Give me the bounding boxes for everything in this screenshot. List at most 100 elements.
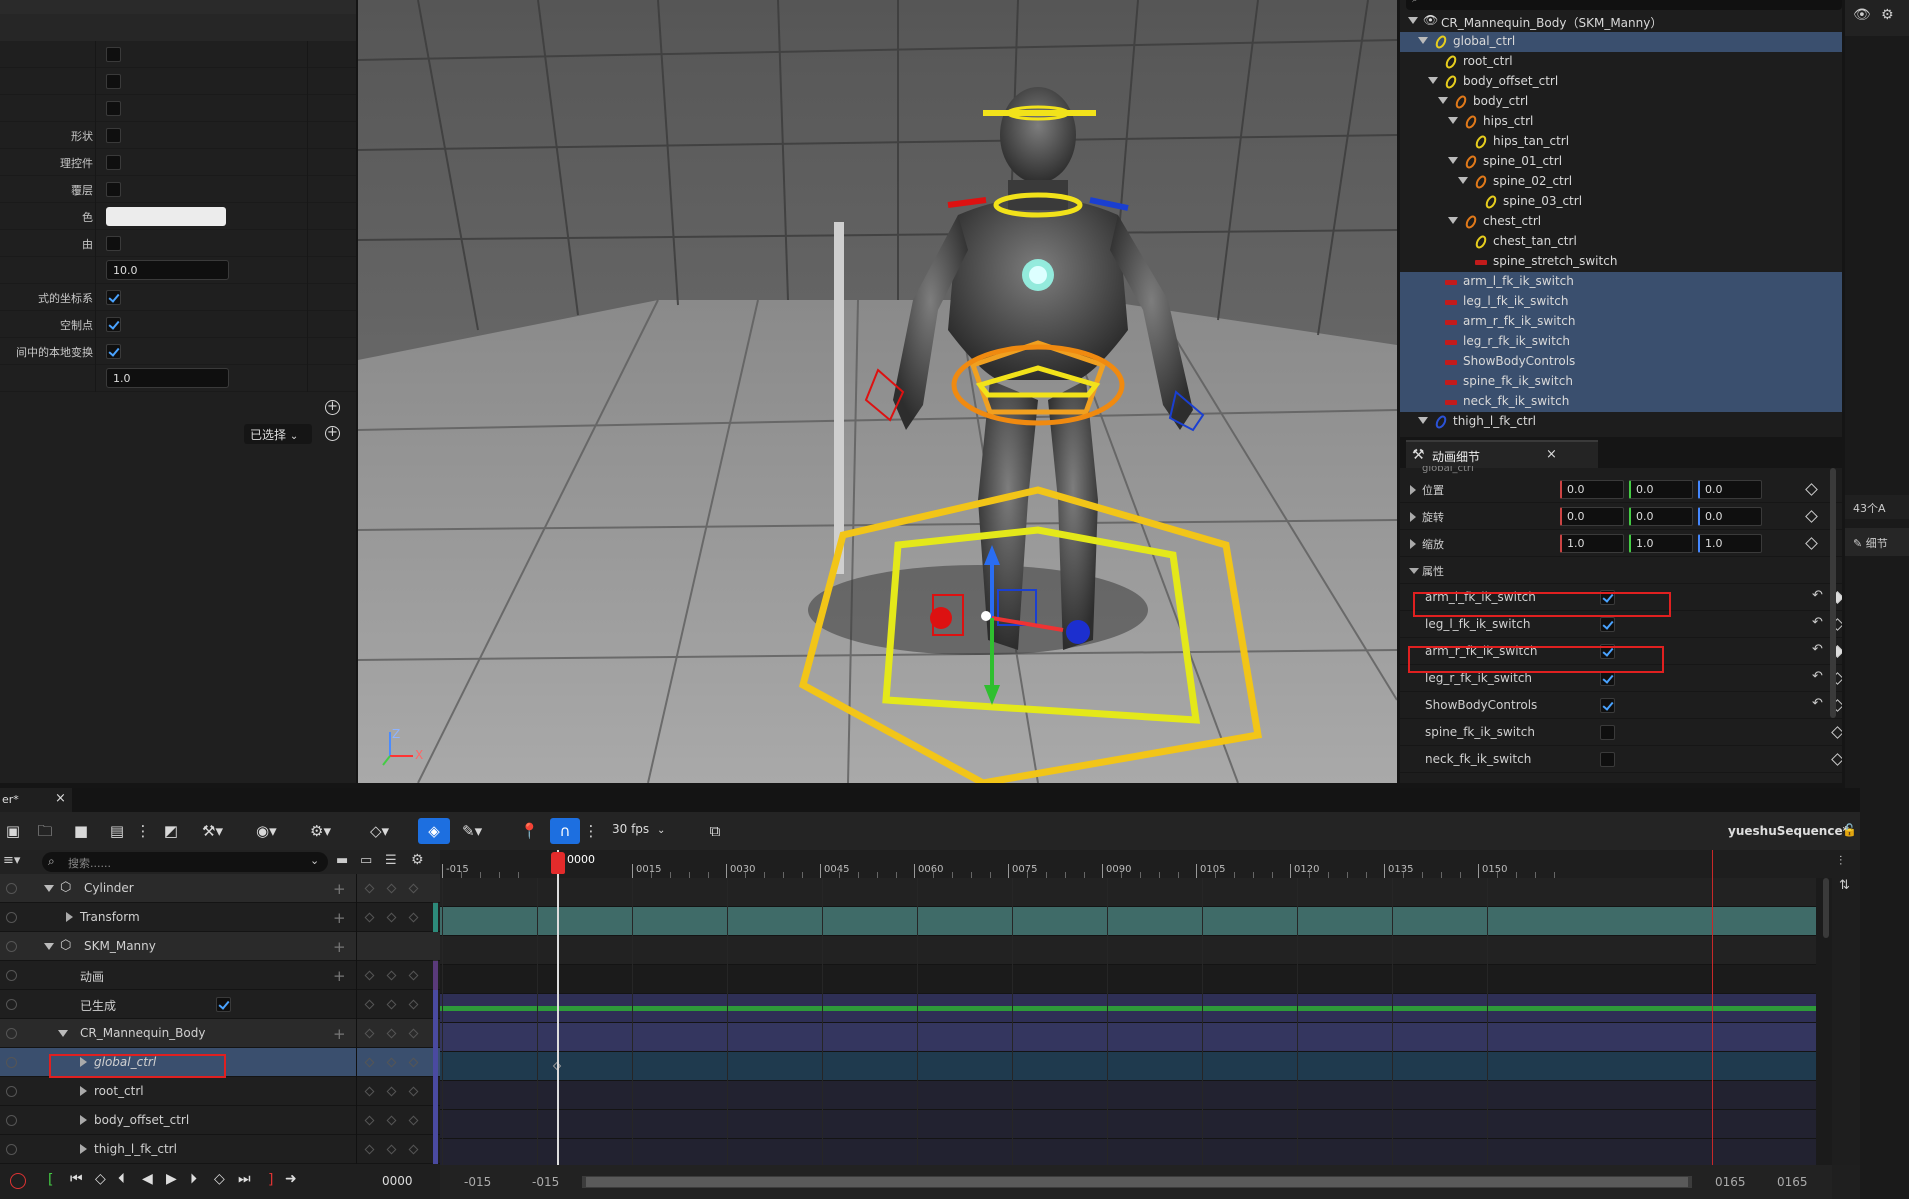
film-icon[interactable]: ▤ xyxy=(108,822,126,840)
hierarchy-item[interactable]: root_ctrl xyxy=(1400,52,1842,72)
loop-icon[interactable]: ➜ xyxy=(285,1171,297,1187)
expand-arrow-icon[interactable] xyxy=(1408,17,1418,24)
play-reverse-icon[interactable]: ◀ xyxy=(142,1171,153,1187)
track-row[interactable]: CR_Mannequin_Body + xyxy=(0,1019,440,1048)
playhead-handle[interactable] xyxy=(551,852,565,874)
key-diamond-icon[interactable] xyxy=(364,1028,375,1039)
expand-arrow-icon[interactable] xyxy=(1428,77,1438,84)
tab-animation-details[interactable]: ⚒ 动画细节 × xyxy=(1406,440,1598,468)
sort-icon[interactable]: ⇅ xyxy=(1839,878,1850,893)
filter-icon[interactable]: ≡▾ xyxy=(3,853,20,868)
sequencer-timeline[interactable]: -015 0015 0030 0045 0060 0075 0090 0105 0120 0135… xyxy=(440,850,1832,1165)
hierarchy-item[interactable]: thigh_l_fk_ctrl xyxy=(1400,412,1842,432)
visibility-toggle-icon[interactable] xyxy=(6,970,17,981)
view-start-field[interactable]: -015 xyxy=(532,1175,559,1189)
edit-dropdown-icon[interactable]: ✎▾ xyxy=(462,822,482,840)
tab-details[interactable]: ✎ 细节 xyxy=(1845,528,1909,556)
z-value-field[interactable]: 0.0 xyxy=(1698,480,1762,499)
property-checkbox[interactable] xyxy=(106,47,121,62)
expand-arrow-icon[interactable] xyxy=(44,943,54,950)
key-diamond-icon[interactable] xyxy=(408,883,419,894)
hierarchy-item[interactable]: spine_01_ctrl xyxy=(1400,152,1842,172)
snap-options-icon[interactable]: ⋮ xyxy=(582,822,600,840)
add-selection-icon[interactable]: + xyxy=(325,426,340,441)
timeline-scrollbar[interactable] xyxy=(1823,878,1829,938)
auto-key-button[interactable]: ◈ xyxy=(418,818,450,844)
color-swatch[interactable] xyxy=(106,207,226,226)
jump-to-start-icon[interactable]: ⏮ xyxy=(70,1171,83,1187)
z-value-field[interactable]: 0.0 xyxy=(1698,507,1762,526)
view-range-thumb[interactable] xyxy=(586,1177,1688,1187)
keyframe-nav-icons[interactable] xyxy=(364,999,422,1011)
x-value-field[interactable]: 0.0 xyxy=(1560,480,1624,499)
key-diamond-icon[interactable] xyxy=(408,970,419,981)
tab-sequencer[interactable]: er* × xyxy=(0,788,72,812)
track-row[interactable]: 动画 + xyxy=(0,961,440,990)
key-diamond-icon[interactable] xyxy=(364,912,375,923)
details-scrollbar[interactable] xyxy=(1830,468,1836,718)
key-diamond-icon[interactable] xyxy=(386,999,397,1010)
x-value-field[interactable]: 1.0 xyxy=(1560,534,1624,553)
cylinder-actor[interactable] xyxy=(834,222,844,574)
expand-arrow-icon[interactable] xyxy=(1418,417,1428,424)
reset-arrow-icon[interactable]: ↶ xyxy=(1812,588,1823,603)
key-icon[interactable] xyxy=(1831,753,1842,766)
z-value-field[interactable]: 1.0 xyxy=(1698,534,1762,553)
hierarchy-item[interactable]: global_ctrl xyxy=(1400,32,1842,52)
key-diamond-icon[interactable] xyxy=(408,999,419,1010)
key-diamond-icon[interactable] xyxy=(386,1115,397,1126)
key-diamond-icon[interactable] xyxy=(364,970,375,981)
hierarchy-item[interactable]: chest_ctrl xyxy=(1400,212,1842,232)
set-start-icon[interactable]: [ xyxy=(48,1172,53,1188)
y-value-field[interactable]: 0.0 xyxy=(1629,507,1693,526)
property-checkbox[interactable] xyxy=(106,74,121,89)
hierarchy-item[interactable]: leg_r_fk_ik_switch xyxy=(1400,332,1842,352)
property-checkbox[interactable] xyxy=(106,236,121,251)
view-options-icon[interactable]: ◉▾ xyxy=(256,822,277,840)
visibility-toggle-icon[interactable] xyxy=(6,1144,17,1155)
hierarchy-item[interactable]: body_ctrl xyxy=(1400,92,1842,112)
key-diamond-icon[interactable] xyxy=(386,1057,397,1068)
visibility-toggle-icon[interactable] xyxy=(6,1057,17,1068)
key-diamond-icon[interactable] xyxy=(364,1057,375,1068)
prev-key-icon[interactable]: ◇ xyxy=(95,1171,106,1187)
property-checkbox[interactable] xyxy=(106,128,121,143)
curve-editor-icon[interactable]: ⧉ xyxy=(706,822,724,840)
track-row[interactable]: ⬡ Cylinder + xyxy=(0,874,440,903)
track-row[interactable]: ⬡ SKM_Manny + xyxy=(0,932,440,961)
attribute-checkbox[interactable] xyxy=(1600,671,1615,686)
more-options-icon[interactable]: ⋮ xyxy=(134,822,152,840)
attribute-checkbox[interactable] xyxy=(1600,698,1615,713)
gear-icon[interactable]: ⚙ xyxy=(1881,7,1894,23)
add-element-icon[interactable]: + xyxy=(325,400,340,415)
keyframe-nav-icons[interactable] xyxy=(364,1086,422,1098)
open-folder-icon[interactable]: 🗀 xyxy=(36,822,54,840)
sliders-icon[interactable]: ⫶ xyxy=(1839,854,1842,869)
hierarchy-item[interactable]: leg_l_fk_ik_switch xyxy=(1400,292,1842,312)
key-diamond-icon[interactable] xyxy=(364,1144,375,1155)
list-icon[interactable]: ☰ xyxy=(385,853,397,868)
expand-arrow-icon[interactable] xyxy=(1418,37,1428,44)
key-diamond-icon[interactable] xyxy=(386,1086,397,1097)
view-range-scrollbar[interactable] xyxy=(582,1176,1692,1188)
track-lane[interactable] xyxy=(440,1052,1816,1081)
visibility-toggle-icon[interactable] xyxy=(6,912,17,923)
selected-dropdown[interactable]: 已选择 ⌄ xyxy=(244,424,312,444)
visibility-toggle-icon[interactable] xyxy=(6,1086,17,1097)
key-diamond-icon[interactable] xyxy=(386,1144,397,1155)
attributes-header[interactable]: 属性 xyxy=(1400,557,1842,584)
track-lane[interactable] xyxy=(440,1023,1816,1052)
number-field[interactable]: 1.0 xyxy=(106,368,229,388)
collapsed-arrow-icon[interactable] xyxy=(66,912,73,922)
attribute-checkbox[interactable] xyxy=(1600,752,1615,767)
attribute-checkbox[interactable] xyxy=(1600,725,1615,740)
key-diamond-icon[interactable] xyxy=(386,883,397,894)
jump-to-end-icon[interactable]: ⏭ xyxy=(238,1171,251,1187)
hierarchy-item[interactable]: ShowBodyControls xyxy=(1400,352,1842,372)
key-diamond-icon[interactable] xyxy=(408,912,419,923)
track-lane[interactable] xyxy=(440,965,1816,994)
reset-arrow-icon[interactable]: ↶ xyxy=(1812,669,1823,684)
collapsed-arrow-icon[interactable] xyxy=(80,1115,87,1125)
reset-arrow-icon[interactable]: ↶ xyxy=(1812,642,1823,657)
render-icon[interactable]: ◩ xyxy=(162,822,180,840)
